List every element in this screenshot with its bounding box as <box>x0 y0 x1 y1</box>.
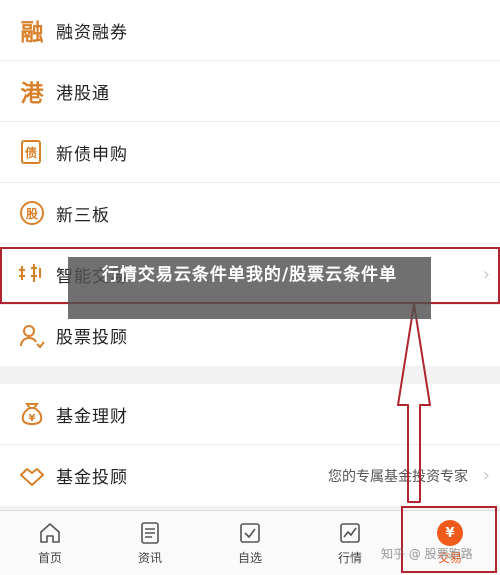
tab-label: 自选 <box>237 551 262 565</box>
annotation-arrow <box>397 303 431 503</box>
gang-glyph-icon: 港 <box>20 81 44 107</box>
menu-item-label: 融资融券 <box>56 22 128 43</box>
menu-item-margin-trading[interactable]: 融 融资融券 <box>0 0 500 61</box>
tab-home[interactable]: 首页 <box>0 511 100 575</box>
tab-label: 行情 <box>337 551 362 565</box>
handshake-icon <box>12 461 52 491</box>
menu-item-label: 股票投顾 <box>56 328 128 348</box>
advisor-person-icon <box>12 321 52 351</box>
news-icon <box>141 522 159 544</box>
menu-item-label: 新债申购 <box>56 144 128 165</box>
menu-item-new-bond[interactable]: 债 新债申购 <box>0 122 500 183</box>
svg-text:股: 股 <box>26 206 39 221</box>
menu-item-label: 港股通 <box>56 83 110 104</box>
tab-label: 首页 <box>37 551 62 565</box>
trade-tab-highlight-box <box>401 506 497 573</box>
svg-text:债: 债 <box>25 145 37 160</box>
chart-icon <box>340 523 360 543</box>
menu-item-label: 新三板 <box>56 205 110 226</box>
watchlist-icon <box>240 523 260 543</box>
caption-overlay: 行情交易云条件单我的/股票云条件单 <box>68 257 431 319</box>
chevron-right-icon: › <box>482 465 490 486</box>
home-icon <box>40 523 60 543</box>
menu-item-label: 基金投顾 <box>56 468 128 488</box>
tab-market[interactable]: 行情 <box>300 511 400 575</box>
menu-item-label: 基金理财 <box>56 406 128 427</box>
svg-text:¥: ¥ <box>29 413 36 424</box>
rong-glyph-icon: 融 <box>20 20 44 46</box>
menu-item-hk-connect[interactable]: 港 港股通 <box>0 61 500 122</box>
tab-label: 资讯 <box>137 551 162 565</box>
menu-item-neeq[interactable]: 股 新三板 <box>0 183 500 244</box>
money-bag-icon: ¥ <box>12 399 52 429</box>
tab-news[interactable]: 资讯 <box>100 511 200 575</box>
bond-doc-icon: 债 <box>12 137 52 167</box>
tab-watchlist[interactable]: 自选 <box>200 511 300 575</box>
share-coin-icon: 股 <box>12 198 52 228</box>
watermark: 知乎 @ 股票跑路 <box>381 547 473 561</box>
